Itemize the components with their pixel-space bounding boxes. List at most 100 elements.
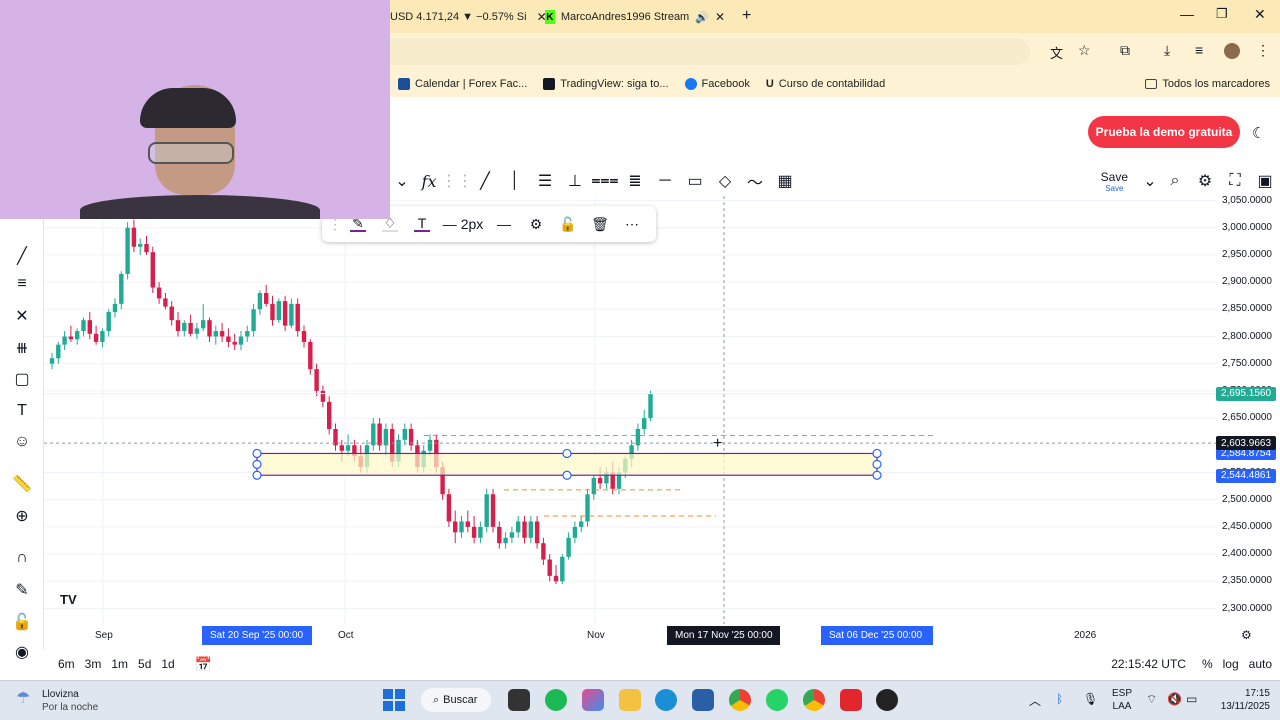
price-chart[interactable]: + bbox=[44, 196, 1216, 624]
parallel-channel-icon[interactable]: ⩶ bbox=[590, 167, 620, 195]
save-dropdown-icon[interactable]: ⌄ bbox=[1140, 167, 1160, 195]
pitchfork-icon[interactable]: ≣ bbox=[620, 167, 650, 195]
text-tool-icon[interactable]: T bbox=[8, 398, 36, 424]
fx-indicator-icon[interactable]: fx bbox=[414, 167, 444, 195]
extensions-icon[interactable]: ⧉ bbox=[1120, 42, 1130, 59]
all-bookmarks[interactable]: Todos los marcadores bbox=[1145, 78, 1270, 90]
date-range-icon[interactable]: 📅 bbox=[195, 656, 212, 673]
close-icon[interactable]: ✕ bbox=[715, 10, 725, 24]
line-style-icon[interactable]: — bbox=[488, 210, 520, 238]
address-input[interactable] bbox=[390, 38, 1030, 65]
menu-dots-icon[interactable]: ⋮ bbox=[1256, 42, 1270, 59]
timeframe-1m[interactable]: 1m bbox=[111, 657, 128, 671]
bluetooth-icon[interactable]: ᛒ bbox=[1056, 692, 1063, 706]
grid-icon[interactable]: ▦ bbox=[770, 167, 800, 195]
zoom-in-icon[interactable]: ⊕ bbox=[8, 503, 36, 529]
settings-icon[interactable]: ⚙ bbox=[520, 210, 552, 238]
eye-icon[interactable]: ◉ bbox=[8, 639, 36, 665]
chrome-icon[interactable] bbox=[729, 689, 751, 711]
emoji-tool-icon[interactable]: ☺ bbox=[8, 429, 36, 455]
settings-icon[interactable]: ⚙ bbox=[1190, 167, 1220, 195]
file-explorer-dark-icon[interactable] bbox=[508, 689, 530, 711]
gear-icon[interactable]: ⚙ bbox=[1241, 628, 1252, 642]
bookmark-tradingview[interactable]: TradingView: siga to... bbox=[543, 77, 669, 90]
edge-icon[interactable] bbox=[655, 689, 677, 711]
chrome-profile-icon[interactable] bbox=[803, 689, 825, 711]
language-indicator[interactable]: ESP LAA bbox=[1112, 687, 1132, 713]
speaker-icon[interactable]: 🔊 bbox=[695, 11, 709, 24]
trendline-icon[interactable]: ╱ bbox=[470, 167, 500, 195]
demo-button[interactable]: Prueba la demo gratuita bbox=[1088, 116, 1240, 148]
ellipse-icon[interactable]: ◇ bbox=[710, 167, 740, 195]
timeframe-3m[interactable]: 3m bbox=[85, 657, 102, 671]
search-icon[interactable]: ⌕ bbox=[1160, 167, 1190, 195]
copilot-icon[interactable] bbox=[582, 689, 604, 711]
lock-icon[interactable]: 🔓 bbox=[8, 609, 36, 635]
fib-tool-icon[interactable]: ≡ bbox=[8, 271, 36, 297]
unlock-icon[interactable]: 🔓 bbox=[552, 210, 584, 238]
drag-handle-icon[interactable]: ⋮⋮ bbox=[441, 167, 473, 195]
time-axis[interactable]: Sep Sat 20 Sep '25 00:00 Oct Nov Mon 17 … bbox=[44, 624, 1280, 648]
text-color-icon[interactable]: T bbox=[406, 210, 438, 238]
pencil-lock-icon[interactable]: ✎ bbox=[8, 577, 36, 603]
whatsapp-icon[interactable] bbox=[766, 689, 788, 711]
store-icon[interactable] bbox=[692, 689, 714, 711]
utc-clock[interactable]: 22:15:42 UTC bbox=[1111, 657, 1186, 671]
save-button[interactable]: Save Save bbox=[1101, 170, 1128, 193]
wifi-icon[interactable]: ⌔ bbox=[1146, 692, 1157, 707]
auto-toggle[interactable]: auto bbox=[1249, 657, 1272, 671]
download-icon[interactable]: ⤓ bbox=[1164, 42, 1170, 59]
more-icon[interactable]: ⋯ bbox=[616, 210, 648, 238]
obs-icon[interactable] bbox=[876, 689, 898, 711]
windows-start-icon[interactable] bbox=[383, 689, 405, 711]
taskbar-search[interactable]: ⌕ Buscar bbox=[421, 688, 491, 712]
tab-kick-stream[interactable]: K MarcoAndres1996 Stream 🔊 ✕ bbox=[545, 4, 725, 30]
shape-tool-icon[interactable]: ▢ bbox=[8, 366, 36, 392]
moon-icon[interactable]: ☾ bbox=[1252, 124, 1265, 142]
volume-icon[interactable]: 🔇 bbox=[1167, 692, 1182, 706]
percent-toggle[interactable]: % bbox=[1202, 657, 1213, 671]
line-width-select[interactable]: —2px bbox=[438, 210, 488, 238]
trash-icon[interactable]: 🗑 bbox=[584, 210, 616, 238]
microphone-icon[interactable]: 🎙 bbox=[1083, 692, 1098, 706]
spotify-icon[interactable] bbox=[545, 689, 567, 711]
vertical-line-icon[interactable]: │ bbox=[500, 167, 530, 195]
rectangle-icon[interactable]: ▭ bbox=[680, 167, 710, 195]
profile-avatar[interactable] bbox=[1224, 43, 1240, 59]
chevron-up-icon[interactable]: ︿ bbox=[1029, 692, 1041, 709]
forecast-tool-icon[interactable]: ⧻ bbox=[8, 335, 36, 361]
media-icon[interactable]: ≡ bbox=[1195, 42, 1203, 58]
chevron-down-icon[interactable]: ⌄ bbox=[390, 167, 414, 195]
window-close-icon[interactable]: ✕ bbox=[1254, 6, 1266, 23]
translate-icon[interactable]: 文 bbox=[1050, 43, 1063, 62]
star-icon[interactable]: ☆ bbox=[1078, 42, 1091, 59]
timeframe-6m[interactable]: 6m bbox=[58, 657, 75, 671]
camera-icon[interactable]: ▣ bbox=[1250, 167, 1280, 195]
horizontal-ray-icon[interactable]: ─ bbox=[650, 167, 680, 195]
tab-tradingview[interactable]: USD 4.171,24 ▼ −0.57% Si ✕ bbox=[390, 4, 547, 30]
folder-icon[interactable] bbox=[619, 689, 641, 711]
bookmark-curso[interactable]: U Curso de contabilidad bbox=[766, 78, 885, 90]
weather-icon[interactable]: ☂ bbox=[16, 688, 30, 708]
weather-widget[interactable]: Llovizna Por la noche bbox=[42, 688, 98, 714]
fullscreen-icon[interactable]: ⛶ bbox=[1220, 167, 1250, 195]
timeframe-5d[interactable]: 5d bbox=[138, 657, 151, 671]
bookmark-facebook[interactable]: Facebook bbox=[684, 77, 750, 90]
timeframe-1d[interactable]: 1d bbox=[161, 657, 174, 671]
app-red-icon[interactable] bbox=[840, 689, 862, 711]
system-clock[interactable]: 17:15 13/11/2025 bbox=[1212, 687, 1270, 713]
horizontal-lines-icon[interactable]: ☰ bbox=[530, 167, 560, 195]
pattern-tool-icon[interactable]: ✕ bbox=[8, 303, 36, 329]
magnet-icon[interactable]: ∩ bbox=[8, 545, 36, 571]
bookmark-forex-factory[interactable]: Calendar | Forex Fac... bbox=[398, 77, 527, 90]
log-toggle[interactable]: log bbox=[1223, 657, 1239, 671]
battery-icon[interactable]: ▭ bbox=[1186, 692, 1197, 706]
new-tab-icon[interactable]: + bbox=[742, 7, 751, 25]
trendline-tool-icon[interactable]: ╱ bbox=[8, 243, 36, 269]
minimize-icon[interactable]: — bbox=[1180, 6, 1194, 22]
ruler-icon[interactable]: 📏 bbox=[8, 471, 36, 497]
path-icon[interactable]: 〜 bbox=[740, 167, 770, 195]
price-range-icon[interactable]: ⊥ bbox=[560, 167, 590, 195]
maximize-icon[interactable]: ❐ bbox=[1216, 6, 1228, 22]
price-axis[interactable]: 3,050.0000 3,000.0000 2,950.0000 2,900.0000… bbox=[1216, 195, 1280, 624]
